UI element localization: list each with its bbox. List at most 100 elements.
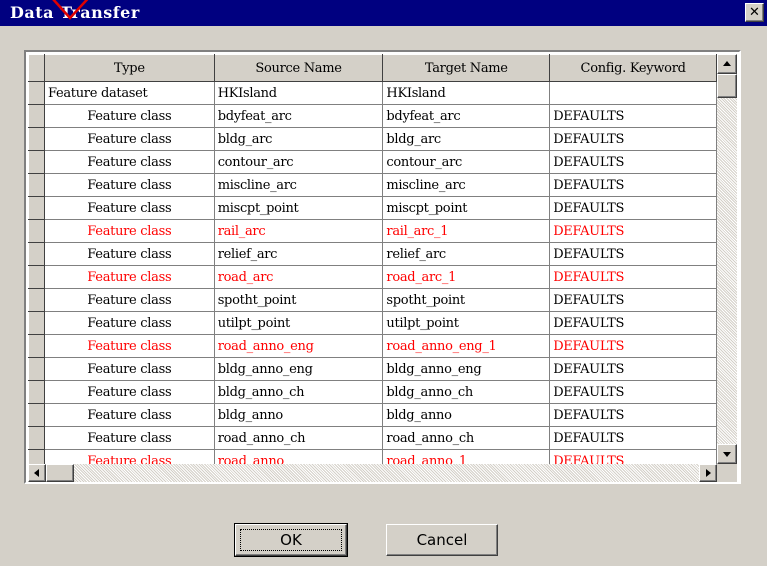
table-row[interactable]: Feature class relief_arc relief_arc DEFAULT…: [28, 242, 717, 266]
close-button[interactable]: ✕: [745, 3, 764, 22]
table-row[interactable]: Feature class bdyfeat_arc bdyfeat_arc DEFAU…: [28, 104, 717, 128]
column-header-target-name[interactable]: Target Name: [382, 54, 551, 82]
row-selector[interactable]: [28, 196, 45, 220]
cell-target-name[interactable]: bldg_anno: [382, 403, 551, 427]
ok-button[interactable]: OK: [234, 523, 348, 557]
cell-source-name[interactable]: bldg_arc: [213, 127, 384, 151]
cell-source-name[interactable]: spotht_point: [213, 288, 384, 312]
scroll-left-button[interactable]: [28, 464, 46, 482]
cell-target-name[interactable]: bldg_anno_eng: [382, 357, 551, 381]
row-selector[interactable]: [28, 403, 45, 427]
cell-config-keyword[interactable]: DEFAULTS: [549, 219, 717, 243]
cell-target-name[interactable]: bdyfeat_arc: [382, 104, 551, 128]
vertical-scrollbar[interactable]: [717, 54, 737, 464]
table-row[interactable]: Feature class road_anno_ch road_anno_ch DEF…: [28, 426, 717, 450]
cancel-button[interactable]: Cancel: [386, 524, 498, 556]
table-row[interactable]: Feature class utilpt_point utilpt_point DEF…: [28, 311, 717, 335]
cell-target-name[interactable]: road_arc_1: [382, 265, 551, 289]
row-selector[interactable]: [28, 334, 45, 358]
row-selector[interactable]: [28, 357, 45, 381]
table-row[interactable]: Feature class road_anno road_anno_1 DEFAULT…: [28, 449, 717, 464]
row-selector[interactable]: [28, 265, 45, 289]
cell-config-keyword[interactable]: DEFAULTS: [549, 265, 717, 289]
table-row[interactable]: Feature class contour_arc contour_arc DEFAU…: [28, 150, 717, 174]
cell-target-name[interactable]: road_anno_eng_1: [382, 334, 551, 358]
scroll-down-button[interactable]: [717, 444, 737, 464]
table-row[interactable]: Feature class road_anno_eng road_anno_eng_…: [28, 334, 717, 358]
table-row[interactable]: Feature class road_arc road_arc_1 DEFAULTS: [28, 265, 717, 289]
cell-target-name[interactable]: relief_arc: [382, 242, 551, 266]
horizontal-scrollbar[interactable]: [28, 464, 717, 482]
cell-config-keyword[interactable]: DEFAULTS: [549, 196, 717, 220]
cell-config-keyword[interactable]: DEFAULTS: [549, 380, 717, 404]
cell-target-name[interactable]: utilpt_point: [382, 311, 551, 335]
scroll-right-button[interactable]: [699, 464, 717, 482]
cell-config-keyword[interactable]: DEFAULTS: [549, 311, 717, 335]
cell-source-name[interactable]: bdyfeat_arc: [213, 104, 384, 128]
row-selector[interactable]: [28, 173, 45, 197]
cell-source-name[interactable]: contour_arc: [213, 150, 384, 174]
vertical-scroll-thumb[interactable]: [717, 74, 737, 98]
table-row[interactable]: Feature class miscline_arc miscline_arc DEF…: [28, 173, 717, 197]
row-selector[interactable]: [28, 242, 45, 266]
cell-target-name[interactable]: spotht_point: [382, 288, 551, 312]
cell-source-name[interactable]: miscpt_point: [213, 196, 384, 220]
table-row[interactable]: Feature class bldg_anno_ch bldg_anno_ch DEF…: [28, 380, 717, 404]
table-row[interactable]: Feature class bldg_anno_eng bldg_anno_eng D…: [28, 357, 717, 381]
cell-source-name[interactable]: utilpt_point: [213, 311, 384, 335]
cell-target-name[interactable]: rail_arc_1: [382, 219, 551, 243]
cell-config-keyword[interactable]: DEFAULTS: [549, 357, 717, 381]
cell-source-name[interactable]: bldg_anno: [213, 403, 384, 427]
row-selector[interactable]: [28, 81, 45, 105]
column-header-source-name[interactable]: Source Name: [213, 54, 384, 82]
row-selector[interactable]: [28, 426, 45, 450]
cell-config-keyword[interactable]: DEFAULTS: [549, 242, 717, 266]
cell-source-name[interactable]: bldg_anno_ch: [213, 380, 384, 404]
row-selector[interactable]: [28, 219, 45, 243]
cell-target-name[interactable]: bldg_arc: [382, 127, 551, 151]
cell-config-keyword[interactable]: DEFAULTS: [549, 334, 717, 358]
table-row[interactable]: Feature class spotht_point spotht_point DEF…: [28, 288, 717, 312]
cell-source-name[interactable]: road_anno_ch: [213, 426, 384, 450]
cell-source-name[interactable]: miscline_arc: [213, 173, 384, 197]
table-row[interactable]: Feature class miscpt_point miscpt_point DEF…: [28, 196, 717, 220]
cell-source-name[interactable]: rail_arc: [213, 219, 384, 243]
column-header-config-keyword[interactable]: Config. Keyword: [549, 54, 717, 82]
transfer-grid[interactable]: Type Source Name Target Name Config. Key…: [24, 50, 741, 484]
cell-target-name[interactable]: bldg_anno_ch: [382, 380, 551, 404]
column-header-type[interactable]: Type: [43, 54, 215, 82]
cell-config-keyword[interactable]: DEFAULTS: [549, 449, 717, 464]
row-selector[interactable]: [28, 449, 45, 464]
cell-target-name[interactable]: road_anno_ch: [382, 426, 551, 450]
row-selector[interactable]: [28, 104, 45, 128]
cell-config-keyword[interactable]: DEFAULTS: [549, 150, 717, 174]
cell-source-name[interactable]: road_anno_eng: [213, 334, 384, 358]
cell-source-name[interactable]: HKIsland: [213, 81, 384, 105]
corner-header[interactable]: [28, 54, 45, 82]
cell-target-name[interactable]: miscline_arc: [382, 173, 551, 197]
table-row[interactable]: Feature class rail_arc rail_arc_1 DEFAULTS: [28, 219, 717, 243]
cell-source-name[interactable]: relief_arc: [213, 242, 384, 266]
cell-target-name[interactable]: contour_arc: [382, 150, 551, 174]
cell-source-name[interactable]: road_arc: [213, 265, 384, 289]
row-selector[interactable]: [28, 380, 45, 404]
horizontal-scroll-thumb[interactable]: [46, 464, 74, 482]
cell-target-name[interactable]: road_anno_1: [382, 449, 551, 464]
row-selector[interactable]: [28, 288, 45, 312]
row-selector[interactable]: [28, 311, 45, 335]
title-bar[interactable]: Data Transfer ✕: [0, 0, 767, 26]
cell-source-name[interactable]: bldg_anno_eng: [213, 357, 384, 381]
row-selector[interactable]: [28, 150, 45, 174]
cell-source-name[interactable]: road_anno: [213, 449, 384, 464]
cell-config-keyword[interactable]: DEFAULTS: [549, 104, 717, 128]
cell-target-name[interactable]: HKIsland: [382, 81, 551, 105]
cell-config-keyword[interactable]: DEFAULTS: [549, 403, 717, 427]
table-row[interactable]: Feature class bldg_arc bldg_arc DEFAULTS: [28, 127, 717, 151]
scroll-up-button[interactable]: [717, 54, 737, 74]
cell-config-keyword[interactable]: DEFAULTS: [549, 173, 717, 197]
cell-target-name[interactable]: miscpt_point: [382, 196, 551, 220]
cell-config-keyword[interactable]: [549, 81, 717, 105]
table-row[interactable]: Feature class bldg_anno bldg_anno DEFAULTS: [28, 403, 717, 427]
row-selector[interactable]: [28, 127, 45, 151]
cell-config-keyword[interactable]: DEFAULTS: [549, 426, 717, 450]
